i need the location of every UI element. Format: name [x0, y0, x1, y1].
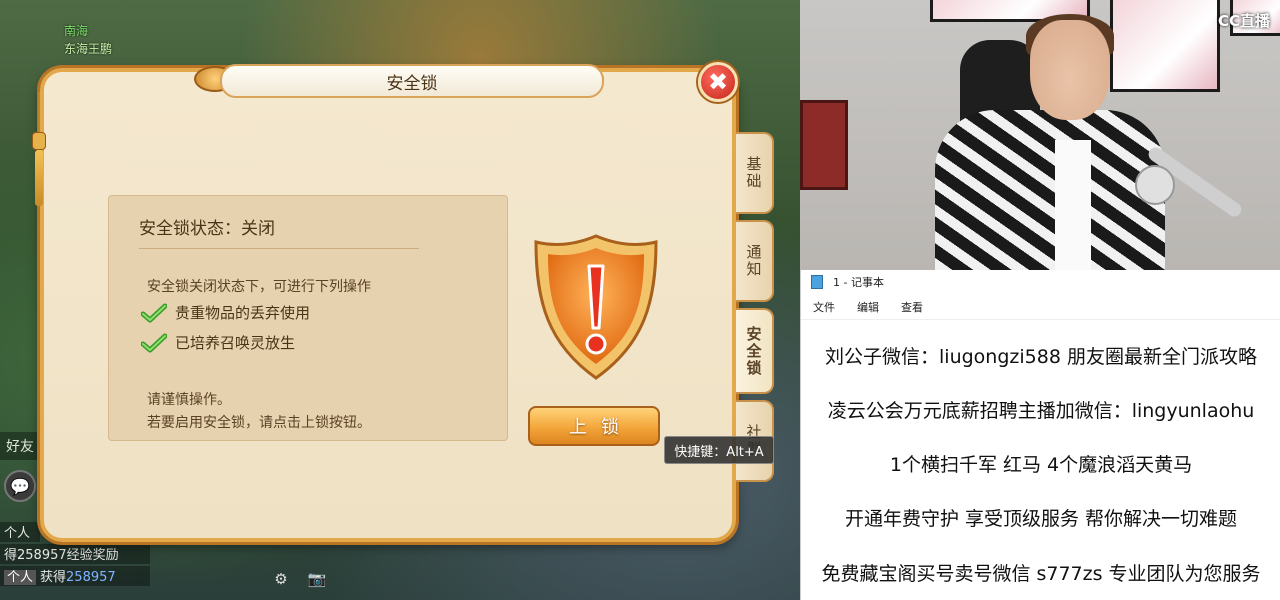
streamer-jacket	[935, 110, 1165, 270]
streamer-face	[1030, 20, 1110, 120]
allowed-action-label: 贵重物品的丢弃使用	[175, 304, 311, 322]
notepad-text-line[interactable]: 刘公子微信：liugongzi588 朋友圈最新全门派攻略	[801, 342, 1280, 369]
menu-edit[interactable]: 编辑	[857, 299, 879, 315]
camera-icon[interactable]: 📷	[306, 568, 328, 590]
microphone-icon	[1135, 165, 1175, 205]
shortcut-tooltip: 快捷键：Alt+A	[664, 436, 774, 464]
checkmark-icon	[141, 303, 167, 322]
notepad-text-line[interactable]: 凌云公会万元底薪招聘主播加微信：lingyunlaohu	[801, 396, 1280, 423]
lock-button[interactable]: 上锁	[528, 406, 660, 446]
npc-name: 南海	[64, 24, 89, 38]
npc-subtitle: 东海王鹏	[64, 42, 113, 56]
friends-label[interactable]: 好友	[0, 432, 40, 460]
chat-line: 得258957经验奖励	[0, 544, 150, 564]
notepad-text-line[interactable]: 1个横扫千军 红马 4个魔浪滔天黄马	[801, 450, 1280, 477]
tab-notify[interactable]: 通知	[736, 220, 774, 302]
allowed-action-item: 贵重物品的丢弃使用	[141, 302, 310, 323]
lock-status-title: 安全锁状态：关闭	[139, 219, 275, 239]
chat-bubble-icon[interactable]: 💬	[4, 470, 36, 502]
allowed-action-label: 已培养召唤灵放生	[175, 334, 296, 352]
gear-icon[interactable]: ⚙	[270, 568, 292, 590]
streamer-shirt	[1055, 140, 1091, 270]
divider	[139, 248, 419, 249]
checkmark-icon	[141, 333, 167, 352]
bottom-toolbar: ⚙ 📷	[270, 568, 328, 590]
chat-number: 258957	[66, 570, 116, 585]
tassel-ornament	[30, 92, 46, 206]
tab-security-lock[interactable]: 安全锁	[736, 308, 774, 394]
chat-text: 得258957经验奖励	[4, 548, 119, 563]
tab-basic[interactable]: 基础	[736, 132, 774, 214]
close-icon: ✖	[707, 68, 729, 96]
caution-note: 请谨慎操作。	[147, 392, 231, 408]
enable-lock-hint: 若要启用安全锁，请点击上锁按钮。	[147, 415, 371, 431]
warning-shield-icon	[534, 234, 658, 380]
close-button[interactable]: ✖	[698, 62, 738, 102]
chat-channel-tag: 个人	[4, 526, 31, 541]
cc-live-logo: CC直播	[1217, 12, 1270, 30]
chat-channel-tag: 个人	[4, 570, 37, 585]
menu-file[interactable]: 文件	[813, 299, 835, 315]
notepad-text-line[interactable]: 开通年费守护 享受顶级服务 帮你解决一切难题	[801, 504, 1280, 531]
chat-text: 获得	[40, 570, 67, 585]
notepad-icon	[811, 275, 823, 289]
lock-status-panel: 安全锁状态：关闭 安全锁关闭状态下，可进行下列操作 贵重物品的丢弃使用 已培养召…	[108, 195, 508, 441]
allowed-action-item: 已培养召唤灵放生	[141, 332, 295, 353]
notepad-window: 1 - 记事本 文件 编辑 查看 刘公子微信：liugongzi588 朋友圈最…	[800, 270, 1280, 600]
notepad-titlebar: 1 - 记事本	[801, 270, 1280, 294]
wall-poster	[1110, 0, 1220, 92]
game-viewport[interactable]: 南海 东海王鹏 好友 💬 个人 得258957经验奖励 个人 获得258957 ⚙…	[0, 0, 800, 600]
wall-frame	[800, 100, 848, 190]
notepad-title: 1 - 记事本	[833, 276, 884, 289]
chat-line: 个人 获得258957	[0, 566, 150, 586]
chat-line: 个人	[0, 522, 40, 542]
status-description: 安全锁关闭状态下，可进行下列操作	[147, 279, 371, 295]
menu-view[interactable]: 查看	[901, 299, 923, 315]
notepad-text-line[interactable]: 免费藏宝阁买号卖号微信 s777zs 专业团队为您服务	[801, 559, 1280, 586]
notepad-menubar: 文件 编辑 查看	[801, 294, 1280, 320]
security-lock-dialog: 安全锁 ✖ 基础 通知 安全锁 社群 安全锁状态：关闭 安全锁关闭状态下，可进行…	[32, 62, 774, 542]
dialog-title: 安全锁	[220, 64, 604, 98]
